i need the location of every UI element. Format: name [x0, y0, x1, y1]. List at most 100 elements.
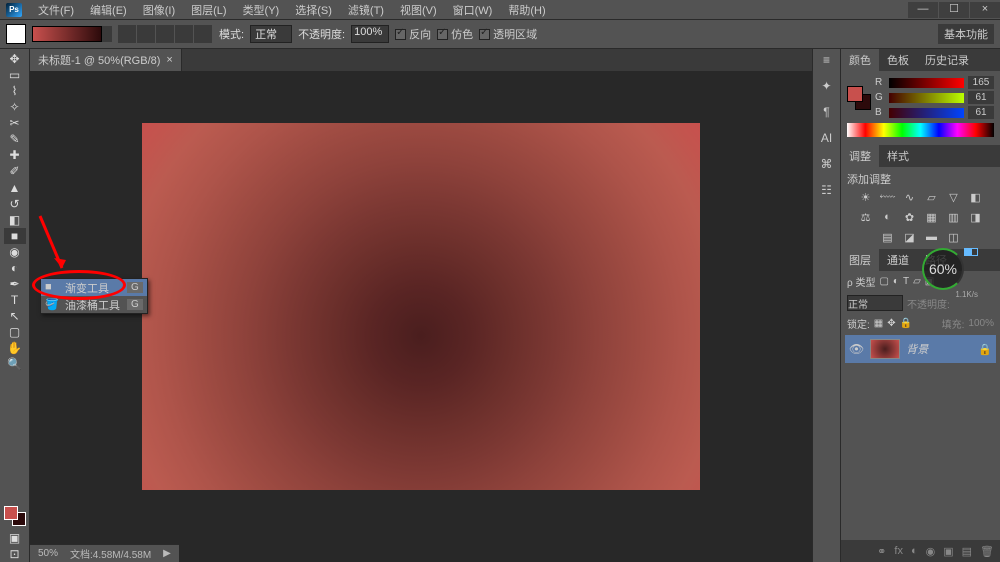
g-value[interactable]: 61 [968, 91, 994, 104]
tab-styles[interactable]: 样式 [879, 145, 917, 167]
g-slider[interactable] [889, 93, 964, 103]
layer-fx-icon[interactable]: fx [894, 545, 903, 557]
minimize-button[interactable]: — [908, 2, 938, 18]
menu-type[interactable]: 类型(Y) [235, 2, 288, 18]
visibility-icon[interactable]: 👁 [849, 342, 864, 356]
adj-gradmap-icon[interactable]: ▬ [924, 231, 940, 245]
chevron-down-icon[interactable] [102, 26, 112, 42]
adj-mixer-icon[interactable]: ▦ [924, 211, 940, 225]
panel-icon-6[interactable]: ☷ [818, 183, 836, 201]
color-swatch[interactable] [4, 506, 26, 526]
menu-window[interactable]: 窗口(W) [445, 2, 501, 18]
panel-icon-5[interactable]: ⌘ [818, 157, 836, 175]
link-layers-icon[interactable]: ⚭ [877, 545, 886, 558]
r-value[interactable]: 165 [968, 76, 994, 89]
menu-help[interactable]: 帮助(H) [500, 2, 553, 18]
eraser-tool[interactable]: ◧ [4, 212, 26, 228]
tab-close-icon[interactable]: × [166, 54, 172, 66]
tab-adjustments[interactable]: 调整 [841, 145, 879, 167]
menu-view[interactable]: 视图(V) [392, 2, 445, 18]
gradient-tool[interactable]: ■ [4, 228, 26, 244]
maximize-button[interactable]: ☐ [939, 2, 969, 18]
adj-bw-icon[interactable]: ◐ [880, 211, 896, 225]
reverse-checkbox[interactable]: 反向 [395, 26, 431, 42]
color-spectrum[interactable] [847, 123, 994, 137]
delete-layer-icon[interactable]: 🗑 [980, 545, 994, 558]
hand-tool[interactable]: ✋ [4, 340, 26, 356]
adj-photo-icon[interactable]: ✿ [902, 211, 918, 225]
workspace-switcher[interactable]: 基本功能 [938, 24, 994, 44]
adj-curves-icon[interactable]: ∿ [902, 191, 918, 205]
lock-all-icon[interactable]: 🔒 [900, 318, 912, 329]
lock-pixels-icon[interactable]: ▦ [874, 318, 883, 329]
blend-mode-select[interactable]: 正常 [250, 25, 292, 43]
new-group-icon[interactable]: ▣ [943, 545, 953, 558]
zoom-readout[interactable]: 50% [38, 548, 58, 559]
canvas[interactable] [142, 123, 700, 490]
new-fill-icon[interactable]: ◉ [926, 545, 936, 558]
color-swatch-panel[interactable] [847, 86, 871, 110]
panel-icon-2[interactable]: ✦ [818, 79, 836, 97]
marquee-tool[interactable]: ▭ [4, 67, 26, 83]
adj-hue-icon[interactable]: ◧ [968, 191, 984, 205]
adj-brightness-icon[interactable]: ☀ [858, 191, 874, 205]
eyedropper-tool[interactable]: ✎ [4, 131, 26, 147]
layer-thumbnail[interactable] [870, 339, 900, 359]
adj-balance-icon[interactable]: ⚖ [858, 211, 874, 225]
heal-tool[interactable]: ✚ [4, 147, 26, 163]
path-tool[interactable]: ↖ [4, 308, 26, 324]
dither-checkbox[interactable]: 仿色 [437, 26, 473, 42]
new-layer-icon[interactable]: ▤ [962, 545, 972, 558]
menu-select[interactable]: 选择(S) [287, 2, 340, 18]
flyout-paintbucket-tool[interactable]: 🪣 油漆桶工具 G [41, 296, 147, 313]
adj-lookup-icon[interactable]: ▥ [946, 211, 962, 225]
adj-levels-icon[interactable]: ⬳ [880, 191, 896, 205]
zoom-tool[interactable]: 🔍 [4, 356, 26, 372]
status-arrow-icon[interactable]: ▶ [163, 548, 171, 559]
filter-pixel-icon[interactable]: ▢ [879, 276, 888, 287]
gradient-reflected-button[interactable] [175, 25, 193, 43]
stamp-tool[interactable]: ▲ [4, 180, 26, 196]
type-tool[interactable]: T [4, 292, 26, 308]
adj-invert-icon[interactable]: ◨ [968, 211, 984, 225]
dodge-tool[interactable]: ◐ [4, 260, 26, 276]
brush-tool[interactable]: ✐ [4, 163, 26, 179]
tab-swatches[interactable]: 色板 [879, 49, 917, 71]
layer-row-background[interactable]: 👁 背景 🔒 [845, 335, 996, 363]
b-value[interactable]: 61 [968, 106, 994, 119]
adj-select-icon[interactable]: ◫ [946, 231, 962, 245]
panel-icon-4[interactable]: AI [818, 131, 836, 149]
adj-vibrance-icon[interactable]: ▽ [946, 191, 962, 205]
filter-adjust-icon[interactable]: ◐ [893, 276, 899, 287]
quickmask-toggle[interactable]: ▣ [4, 530, 26, 546]
layer-name[interactable]: 背景 [906, 341, 928, 357]
menu-file[interactable]: 文件(F) [30, 2, 82, 18]
move-tool[interactable]: ✥ [4, 51, 26, 67]
menu-edit[interactable]: 编辑(E) [82, 2, 135, 18]
gradient-picker[interactable] [32, 26, 112, 42]
menu-layer[interactable]: 图层(L) [183, 2, 234, 18]
foreground-color[interactable] [4, 506, 18, 520]
b-slider[interactable] [889, 108, 964, 118]
transparency-checkbox[interactable]: 透明区域 [479, 26, 537, 42]
adj-poster-icon[interactable]: ▤ [880, 231, 896, 245]
gradient-diamond-button[interactable] [194, 25, 212, 43]
tab-layers[interactable]: 图层 [841, 249, 879, 271]
tab-color[interactable]: 颜色 [841, 49, 879, 71]
screenmode-toggle[interactable]: ⊡ [4, 546, 26, 562]
tab-history[interactable]: 历史记录 [917, 49, 977, 71]
document-tab[interactable]: 未标题-1 @ 50%(RGB/8) × [30, 49, 182, 71]
tool-preset-picker[interactable] [6, 24, 26, 44]
history-brush-tool[interactable]: ↺ [4, 196, 26, 212]
panel-icon-3[interactable]: ¶ [818, 105, 836, 123]
r-slider[interactable] [889, 78, 964, 88]
flyout-gradient-tool[interactable]: ■ 渐变工具 G [41, 279, 147, 296]
menu-image[interactable]: 图像(I) [135, 2, 183, 18]
wand-tool[interactable]: ✧ [4, 99, 26, 115]
shape-tool[interactable]: ▢ [4, 324, 26, 340]
menu-filter[interactable]: 滤镜(T) [340, 2, 392, 18]
blur-tool[interactable]: ◉ [4, 244, 26, 260]
close-button[interactable]: × [970, 2, 1000, 18]
gradient-linear-button[interactable] [118, 25, 136, 43]
layer-mask-icon[interactable]: ◐ [911, 545, 918, 557]
